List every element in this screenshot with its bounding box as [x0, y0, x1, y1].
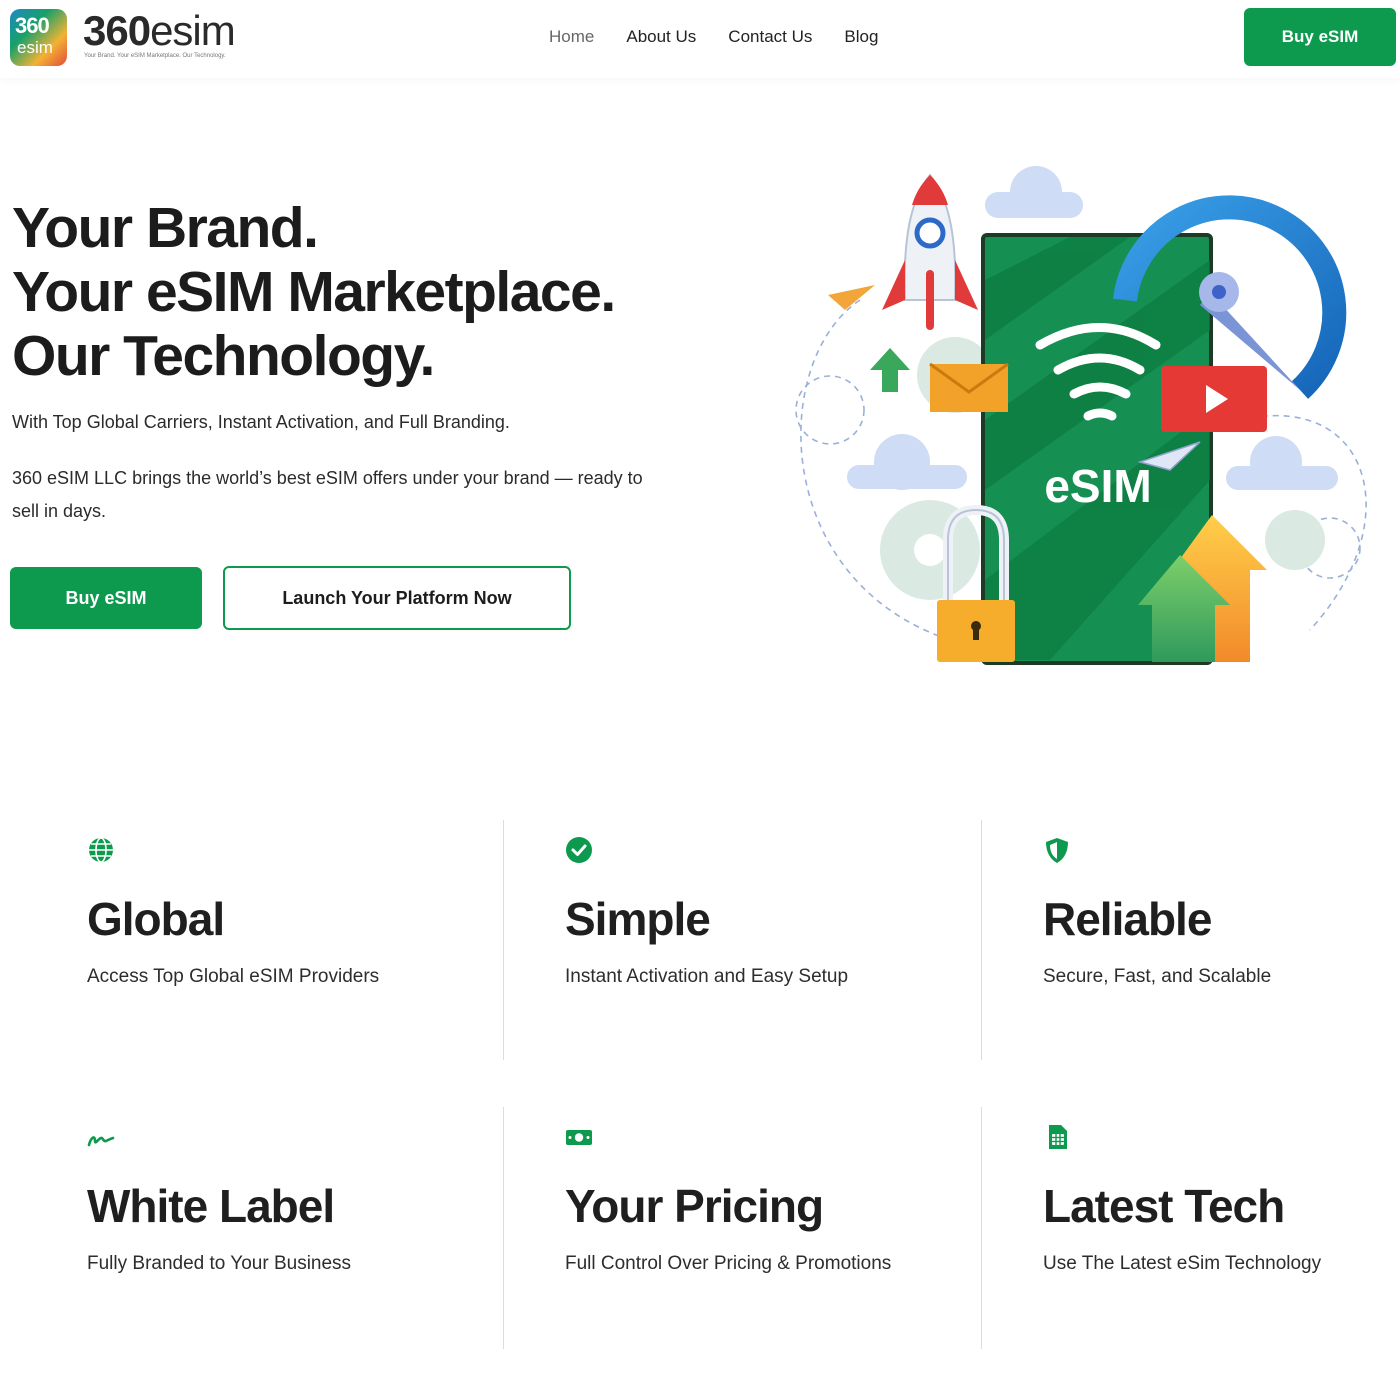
brand-tagline: Your Brand. Your eSIM Marketplace. Our T…: [84, 53, 226, 59]
feature-title: Latest Tech: [1043, 1180, 1285, 1232]
nav-blog[interactable]: Blog: [844, 26, 878, 48]
globe-icon: [89, 837, 113, 863]
feature-card-reliable: Reliable Secure, Fast, and Scalable: [1043, 820, 1400, 1060]
feature-title: White Label: [87, 1180, 335, 1232]
nav-about-us[interactable]: About Us: [626, 26, 696, 48]
logo-text-top: 360: [15, 13, 50, 38]
hero-title-line-1: Your Brand.: [12, 196, 319, 260]
nav-home[interactable]: Home: [549, 26, 594, 48]
video-play-icon: [1161, 366, 1267, 432]
brand-name-bold: 360: [83, 7, 151, 54]
feature-title: Reliable: [1043, 893, 1212, 945]
hero-subtitle: With Top Global Carriers, Instant Activa…: [12, 412, 510, 432]
up-arrow-small-icon: [870, 348, 910, 392]
feature-card-global: Global Access Top Global eSIM Providers: [87, 820, 565, 1060]
logo-text-bottom: esim: [17, 38, 53, 57]
hero-buy-esim-button[interactable]: Buy eSIM: [10, 567, 202, 629]
feature-description: Access Top Global eSIM Providers: [87, 966, 380, 987]
feature-title: Simple: [565, 893, 711, 945]
feature-card-latest-tech: Latest Tech Use The Latest eSim Technolo…: [1043, 1107, 1400, 1347]
logo-icon[interactable]: 360 esim: [10, 9, 67, 66]
sim-card-icon: [1049, 1125, 1067, 1149]
feature-description: Full Control Over Pricing & Promotions: [565, 1253, 892, 1274]
brand-name[interactable]: 360esim: [83, 7, 236, 54]
feature-title: Global: [87, 893, 225, 945]
esim-hero-illustration: eSIM: [795, 166, 1367, 665]
feature-title: Your Pricing: [565, 1180, 824, 1232]
feature-card-your-pricing: Your Pricing Full Control Over Pricing &…: [565, 1107, 1043, 1347]
envelope-icon: [929, 362, 1009, 412]
hero-title-line-3: Our Technology.: [12, 324, 435, 388]
launch-platform-button[interactable]: Launch Your Platform Now: [223, 566, 571, 630]
header-buy-esim-button[interactable]: Buy eSIM: [1244, 8, 1396, 66]
money-bill-icon: [566, 1130, 592, 1145]
illustration-esim-label: eSIM: [1044, 460, 1151, 512]
feature-card-white-label: White Label Fully Branded to Your Busine…: [87, 1107, 565, 1347]
rocket-icon: [882, 173, 978, 330]
check-circle-icon: [566, 837, 592, 863]
main-nav: Home About Us Contact Us Blog: [549, 26, 910, 48]
site-header: 360 esim 360esim Your Brand. Your eSIM M…: [0, 0, 1400, 78]
signature-icon: [87, 1136, 115, 1147]
hero-title-line-2: Your eSIM Marketplace.: [12, 260, 616, 324]
feature-description: Fully Branded to Your Business: [87, 1253, 352, 1274]
hero-title: Your Brand. Your eSIM Marketplace. Our T…: [12, 196, 616, 388]
feature-description: Use The Latest eSim Technology: [1043, 1253, 1322, 1274]
brand-name-rest: esim: [150, 7, 236, 54]
nav-contact-us[interactable]: Contact Us: [728, 26, 812, 48]
feature-description: Instant Activation and Easy Setup: [565, 966, 849, 987]
shield-icon: [1046, 838, 1068, 863]
feature-card-simple: Simple Instant Activation and Easy Setup: [565, 820, 1043, 1060]
paper-plane-icon: [828, 285, 875, 310]
feature-description: Secure, Fast, and Scalable: [1043, 966, 1272, 987]
hero-description: 360 eSIM LLC brings the world’s best eSI…: [12, 468, 643, 521]
